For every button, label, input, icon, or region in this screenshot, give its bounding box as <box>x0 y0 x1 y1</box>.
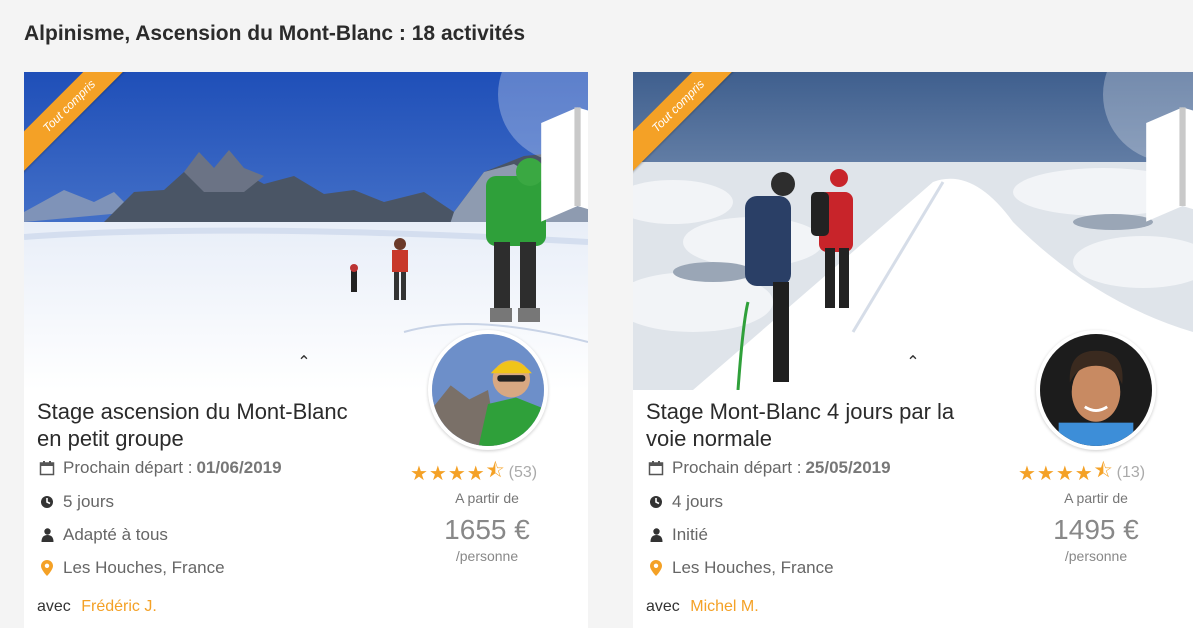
duration: 5 jours <box>37 492 114 512</box>
next-departure: Prochain départ : 01/06/2019 <box>37 458 282 478</box>
guide-name-link[interactable]: Michel M. <box>690 598 758 615</box>
half-star-icon: ⯪ <box>485 460 506 482</box>
location-value: Les Houches, France <box>672 558 834 577</box>
review-count: (13) <box>1116 464 1146 481</box>
activity-title[interactable]: Stage Mont-Blanc 4 jours par la voie nor… <box>646 398 976 452</box>
price-unit: /personne <box>455 548 519 564</box>
price-block: A partir de 1655 € /personne <box>412 490 562 564</box>
guide-prefix: avec <box>646 598 680 615</box>
duration-value: 5 jours <box>63 492 115 511</box>
location-value: Les Houches, France <box>63 558 225 577</box>
price-block: A partir de 1495 € /personne <box>1021 490 1171 564</box>
page-title: Alpinisme, Ascension du Mont-Blanc : 18 … <box>24 22 525 45</box>
duration-value: 4 jours <box>672 492 724 511</box>
guide-name-link[interactable]: Frédéric J. <box>81 598 157 615</box>
guide-prefix: avec <box>37 598 71 615</box>
activity-card[interactable]: Tout compris ⌃ Stage ascension du Mont-B… <box>24 72 588 628</box>
location: Les Houches, France <box>37 558 225 578</box>
next-departure: Prochain départ : 25/05/2019 <box>646 458 891 478</box>
map-marker-icon <box>646 559 666 577</box>
duration: 4 jours <box>646 492 723 512</box>
rating[interactable]: ★★★★ ⯪ (13) <box>1018 456 1145 490</box>
next-departure-date: 01/06/2019 <box>196 458 282 477</box>
level-value: Initié <box>672 525 708 544</box>
price-value: 1655 € <box>444 514 530 545</box>
level: Adapté à tous <box>37 525 168 545</box>
stars-icon: ★★★★ <box>1018 462 1094 485</box>
activity-card[interactable]: Tout compris ⌃ Stage Mont-Blanc 4 jours … <box>633 72 1193 628</box>
next-departure-date: 25/05/2019 <box>805 458 891 477</box>
next-departure-label: Prochain départ : <box>63 458 193 477</box>
stars-icon: ★★★★ <box>410 462 486 485</box>
map-marker-icon <box>37 559 57 577</box>
price-from-label: A partir de <box>455 490 519 506</box>
chevron-up-icon[interactable]: ⌃ <box>297 355 311 371</box>
calendar-icon <box>646 459 666 477</box>
price-value: 1495 € <box>1053 514 1139 545</box>
half-star-icon: ⯪ <box>1093 460 1114 482</box>
map-icon <box>1146 107 1193 222</box>
next-departure-label: Prochain départ : <box>672 458 802 477</box>
guide: avec Frédéric J. <box>37 598 157 616</box>
clock-icon <box>37 493 57 511</box>
guide: avec Michel M. <box>646 598 759 616</box>
user-icon <box>646 526 666 544</box>
review-count: (53) <box>508 464 538 481</box>
rating[interactable]: ★★★★ ⯪ (53) <box>410 456 537 490</box>
level-value: Adapté à tous <box>63 525 168 544</box>
calendar-icon <box>37 459 57 477</box>
guide-avatar[interactable] <box>428 330 548 450</box>
location: Les Houches, France <box>646 558 834 578</box>
activity-title[interactable]: Stage ascension du Mont-Blanc en petit g… <box>37 398 367 452</box>
map-icon <box>541 107 588 222</box>
chevron-up-icon[interactable]: ⌃ <box>906 355 920 371</box>
price-unit: /personne <box>1064 548 1128 564</box>
guide-avatar[interactable] <box>1036 330 1156 450</box>
clock-icon <box>646 493 666 511</box>
price-from-label: A partir de <box>1064 490 1128 506</box>
user-icon <box>37 526 57 544</box>
level: Initié <box>646 525 708 545</box>
